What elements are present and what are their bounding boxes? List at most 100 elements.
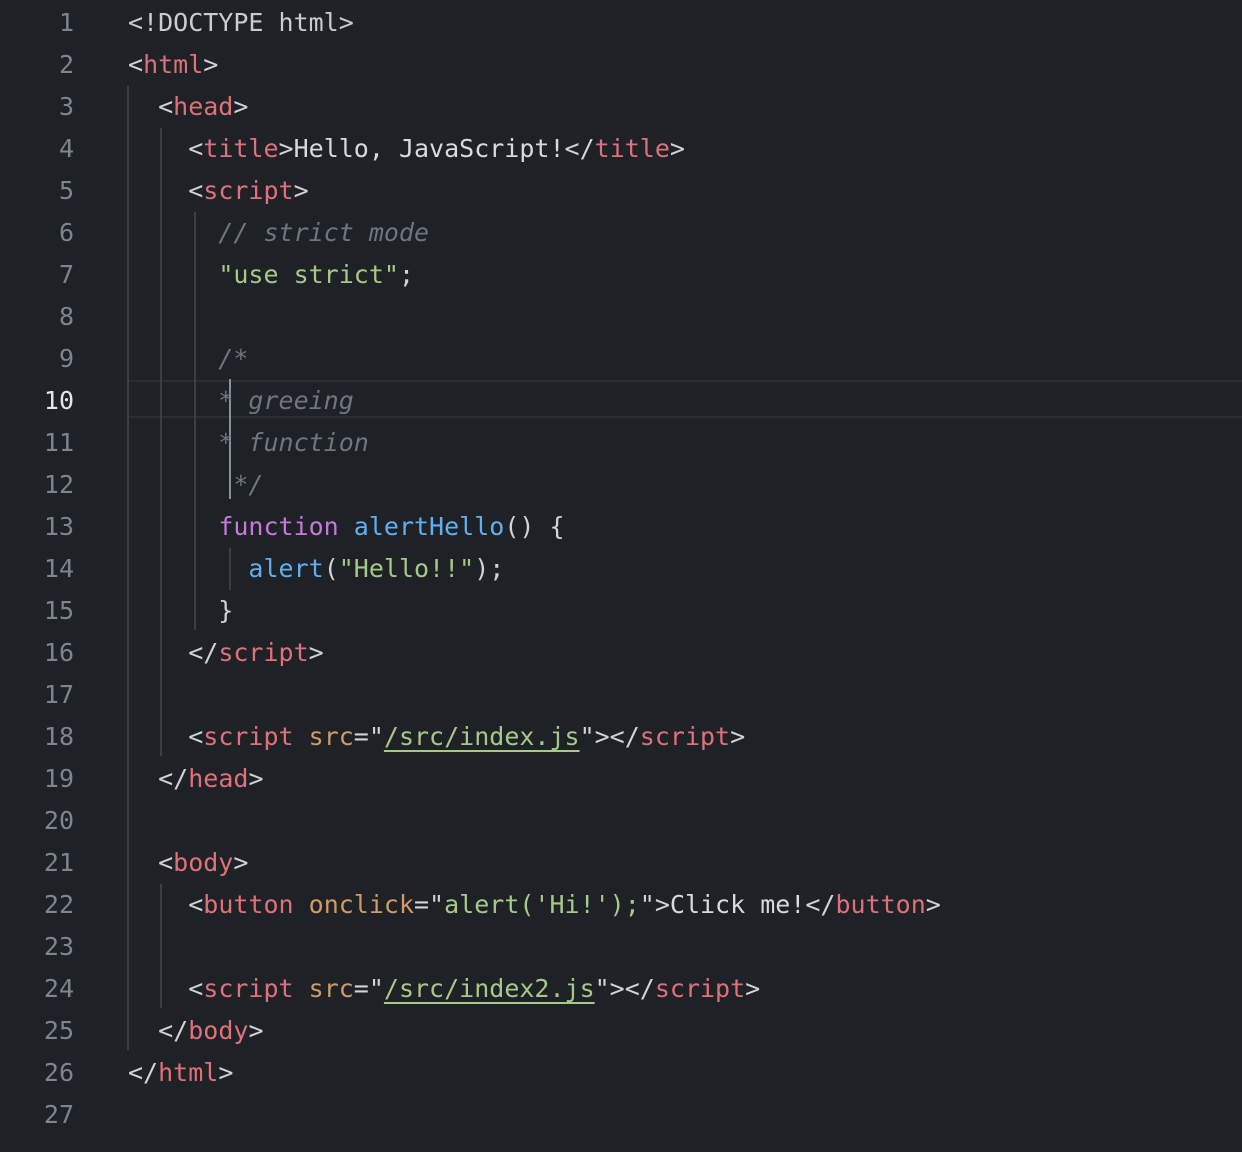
- line-number: 7: [58, 260, 74, 289]
- line-number: 27: [43, 1100, 74, 1129]
- code-line[interactable]: 15 }: [0, 590, 1242, 632]
- line-code[interactable]: </head>: [128, 758, 263, 800]
- line-number: 11: [43, 428, 74, 457]
- code-token: >: [248, 1016, 264, 1045]
- line-code[interactable]: function alertHello() {: [128, 506, 564, 548]
- line-code[interactable]: </script>: [128, 632, 323, 674]
- line-code[interactable]: * function: [128, 422, 369, 464]
- code-token: </: [128, 1016, 189, 1045]
- line-number: 4: [58, 134, 74, 163]
- code-token: title: [203, 134, 279, 163]
- code-token: </: [564, 134, 595, 163]
- code-token: >: [278, 134, 294, 163]
- code-line[interactable]: 17: [0, 674, 1242, 716]
- line-code[interactable]: </html>: [128, 1052, 233, 1094]
- code-token: "></: [579, 722, 640, 751]
- code-token: "></: [594, 974, 655, 1003]
- code-line[interactable]: 25 </body>: [0, 1010, 1242, 1052]
- line-code[interactable]: <script src="/src/index.js"></script>: [128, 716, 745, 758]
- code-line[interactable]: 11 * function: [0, 422, 1242, 464]
- code-token: alert: [248, 554, 324, 583]
- code-token: */: [128, 470, 264, 499]
- code-line[interactable]: 6 // strict mode: [0, 212, 1242, 254]
- line-number: 5: [58, 176, 74, 205]
- code-token: * greeing: [128, 386, 354, 415]
- code-token: "Hello!!": [338, 554, 475, 583]
- code-token: button: [835, 890, 926, 919]
- line-code[interactable]: </body>: [128, 1010, 264, 1052]
- code-token: /src/index.js: [383, 722, 580, 751]
- line-number: 22: [43, 890, 74, 919]
- code-token: >: [669, 134, 685, 163]
- code-line[interactable]: 7 "use strict";: [0, 254, 1242, 296]
- line-code[interactable]: alert("Hello!!");: [128, 548, 504, 590]
- code-token: onclick: [308, 890, 414, 919]
- code-token: ">: [639, 890, 670, 919]
- line-code[interactable]: * greeing: [128, 380, 354, 422]
- code-line[interactable]: 26 </html>: [0, 1052, 1242, 1094]
- code-token: >: [203, 50, 219, 79]
- code-line[interactable]: 3 <head>: [0, 86, 1242, 128]
- line-code[interactable]: <script>: [128, 170, 308, 212]
- code-line[interactable]: 22 <button onclick="alert('Hi!');">Click…: [0, 884, 1242, 926]
- line-number: 16: [43, 638, 74, 667]
- code-token: title: [594, 134, 670, 163]
- code-line[interactable]: 1 <!DOCTYPE html>: [0, 2, 1242, 44]
- code-line[interactable]: 13 function alertHello() {: [0, 506, 1242, 548]
- code-line[interactable]: 16 </script>: [0, 632, 1242, 674]
- code-editor[interactable]: 1 <!DOCTYPE html> 2 <html> 3 <head> 4 <title>…: [0, 0, 1242, 1152]
- code-line[interactable]: 10 * greeing: [0, 380, 1242, 422]
- line-code[interactable]: "use strict";: [128, 254, 414, 296]
- code-line[interactable]: 20: [0, 800, 1242, 842]
- line-code[interactable]: <button onclick="alert('Hi!');">Click me…: [128, 884, 941, 926]
- code-line[interactable]: 2 <html>: [0, 44, 1242, 86]
- code-token: =": [353, 974, 384, 1003]
- line-code[interactable]: // strict mode: [128, 212, 429, 254]
- code-token: (: [323, 554, 339, 583]
- code-token: >: [730, 722, 746, 751]
- code-token: >: [745, 974, 761, 1003]
- code-line[interactable]: 23: [0, 926, 1242, 968]
- code-line[interactable]: 9 /*: [0, 338, 1242, 380]
- line-number: 18: [43, 722, 74, 751]
- code-token: </: [805, 890, 836, 919]
- code-token: <!DOCTYPE html>: [128, 8, 354, 37]
- code-token: /src/index2.js: [383, 974, 595, 1003]
- code-line[interactable]: 19 </head>: [0, 758, 1242, 800]
- line-number: 13: [43, 512, 74, 541]
- code-token: body: [188, 1016, 249, 1045]
- code-line[interactable]: 14 alert("Hello!!");: [0, 548, 1242, 590]
- code-line[interactable]: 24 <script src="/src/index2.js"></script…: [0, 968, 1242, 1010]
- line-number: 19: [43, 764, 74, 793]
- code-line[interactable]: 8: [0, 296, 1242, 338]
- code-line[interactable]: 21 <body>: [0, 842, 1242, 884]
- line-number: 12: [43, 470, 74, 499]
- line-code[interactable]: <title>Hello, JavaScript!</title>: [128, 128, 685, 170]
- code-line[interactable]: 5 <script>: [0, 170, 1242, 212]
- code-token: button: [203, 890, 294, 919]
- line-code[interactable]: <body>: [128, 842, 248, 884]
- code-token: >: [233, 848, 249, 877]
- code-token: <: [128, 176, 204, 205]
- code-token: alert('Hi!');: [444, 890, 640, 919]
- code-token: html: [143, 50, 204, 79]
- line-code[interactable]: <html>: [128, 44, 218, 86]
- line-code[interactable]: */: [128, 464, 263, 506]
- code-line[interactable]: 12 */: [0, 464, 1242, 506]
- line-code[interactable]: }: [128, 590, 233, 632]
- line-number: 3: [58, 92, 74, 121]
- line-code[interactable]: <script src="/src/index2.js"></script>: [128, 968, 760, 1010]
- code-token: head: [188, 764, 249, 793]
- code-token: Click me!: [669, 890, 806, 919]
- code-token: "use strict": [218, 260, 399, 289]
- code-token: </: [128, 764, 189, 793]
- line-code[interactable]: <!DOCTYPE html>: [128, 2, 354, 44]
- line-code[interactable]: /*: [128, 338, 248, 380]
- code-line[interactable]: 4 <title>Hello, JavaScript!</title>: [0, 128, 1242, 170]
- line-number: 8: [58, 302, 74, 331]
- code-line[interactable]: 18 <script src="/src/index.js"></script>: [0, 716, 1242, 758]
- code-line[interactable]: 27: [0, 1094, 1242, 1136]
- line-code[interactable]: <head>: [128, 86, 248, 128]
